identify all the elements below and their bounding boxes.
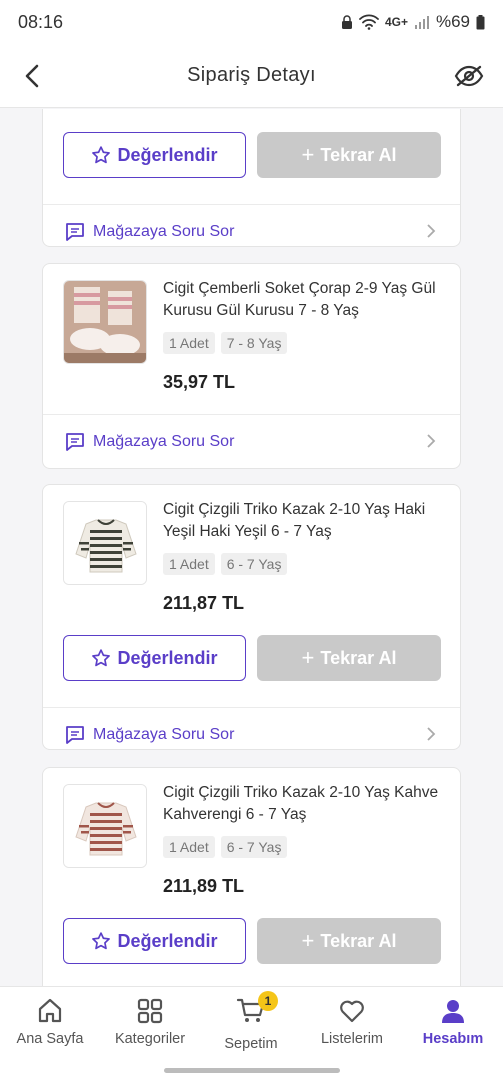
product-price: 211,89 TL	[163, 876, 245, 896]
quantity-chip: 1 Adet	[163, 553, 215, 575]
product-row[interactable]: Cigit Çizgili Triko Kazak 2-10 Yaş Kahve…	[43, 768, 460, 918]
order-item-card-partial: Değerlendir + Tekrar Al Mağazaya Soru So…	[42, 109, 461, 247]
network-type: 4G+	[384, 15, 408, 29]
rate-button[interactable]: Değerlendir	[63, 918, 246, 964]
nav-cart-label: Sepetim	[224, 1036, 278, 1052]
plus-icon: +	[301, 645, 315, 670]
back-button[interactable]	[16, 60, 48, 92]
nav-categories-label: Kategoriler	[114, 1031, 186, 1047]
user-icon	[442, 1000, 464, 1023]
item-actions: Değerlendir + Tekrar Al	[43, 132, 460, 204]
ask-seller-label: Mağazaya Soru Sor	[93, 725, 235, 743]
rate-button-label: Değerlendir	[117, 647, 218, 668]
home-icon	[38, 998, 62, 1023]
size-chip: 6 - 7 Yaş	[220, 836, 288, 858]
product-title[interactable]: Cigit Çizgili Triko Kazak 2-10 Yaş Haki …	[163, 499, 443, 543]
order-item-card: Cigit Çizgili Triko Kazak 2-10 Yaş Kahve…	[42, 767, 461, 986]
nav-account-label: Hesabım	[422, 1031, 484, 1047]
nav-home-label: Ana Sayfa	[16, 1031, 84, 1047]
page-title: Sipariş Detayı	[187, 64, 316, 86]
rate-button-label: Değerlendir	[117, 144, 218, 165]
cart-badge: 1	[258, 991, 278, 1011]
status-icons: 4G+ %69	[341, 12, 485, 32]
chevron-right-icon	[427, 434, 436, 448]
nav-lists-label: Listelerim	[320, 1031, 384, 1047]
chevron-right-icon	[427, 224, 436, 238]
rebuy-button-label: Tekrar Al	[320, 144, 397, 165]
ask-seller-label: Mağazaya Soru Sor	[93, 432, 235, 450]
sweater-product-image	[64, 785, 146, 867]
order-items-list[interactable]: Değerlendir + Tekrar Al Mağazaya Soru So…	[0, 109, 503, 986]
order-item-card: Cigit Çemberli Soket Çorap 2-9 Yaş Gül K…	[42, 263, 461, 469]
rebuy-button[interactable]: + Tekrar Al	[257, 635, 441, 681]
rebuy-button-label: Tekrar Al	[320, 647, 397, 668]
product-image[interactable]	[63, 501, 147, 585]
battery-level: %69	[435, 12, 470, 31]
product-title[interactable]: Cigit Çizgili Triko Kazak 2-10 Yaş Kahve…	[163, 782, 443, 826]
heart-icon	[340, 1000, 364, 1023]
product-row[interactable]: Cigit Çizgili Triko Kazak 2-10 Yaş Haki …	[43, 485, 460, 635]
status-time: 08:16	[18, 11, 64, 32]
lock-icon	[341, 15, 352, 29]
order-item-card: Cigit Çizgili Triko Kazak 2-10 Yaş Haki …	[42, 484, 461, 750]
nav-account[interactable]: Hesabım	[403, 997, 503, 1047]
status-bar: 08:16 4G+ %69	[0, 0, 503, 44]
product-chips: 1 Adet 6 - 7 Yaş	[163, 836, 288, 858]
rebuy-button-label: Tekrar Al	[320, 930, 397, 951]
product-price: 35,97 TL	[163, 372, 236, 392]
hide-prices-button[interactable]	[451, 58, 487, 94]
star-icon	[92, 932, 111, 950]
eye-off-icon	[454, 65, 484, 87]
back-arrow-icon	[25, 64, 39, 88]
app-header: Sipariş Detayı	[0, 44, 503, 108]
message-icon	[66, 432, 84, 451]
product-image[interactable]	[63, 784, 147, 868]
product-price: 211,87 TL	[163, 593, 245, 613]
plus-icon: +	[301, 928, 315, 953]
grid-icon	[137, 998, 163, 1024]
battery-icon	[476, 14, 485, 29]
chevron-right-icon	[427, 727, 436, 741]
rate-button[interactable]: Değerlendir	[63, 635, 246, 681]
nav-categories[interactable]: Kategoriler	[100, 997, 200, 1047]
product-image[interactable]	[63, 280, 147, 364]
nav-lists[interactable]: Listelerim	[302, 997, 402, 1047]
home-indicator[interactable]	[164, 1068, 340, 1073]
rate-button-label: Değerlendir	[117, 930, 218, 951]
quantity-chip: 1 Adet	[163, 332, 215, 354]
product-title[interactable]: Cigit Çemberli Soket Çorap 2-9 Yaş Gül K…	[163, 278, 443, 322]
message-icon	[66, 222, 84, 241]
rebuy-button[interactable]: + Tekrar Al	[257, 132, 441, 178]
star-icon	[92, 146, 111, 164]
cart-icon-wrap: 1	[236, 991, 278, 1030]
socks-product-image	[64, 281, 146, 363]
size-chip: 7 - 8 Yaş	[220, 332, 288, 354]
item-actions: Değerlendir + Tekrar Al	[43, 918, 460, 986]
rebuy-button[interactable]: + Tekrar Al	[257, 918, 441, 964]
sweater-product-image	[64, 502, 146, 584]
star-icon	[92, 649, 111, 667]
plus-icon: +	[301, 142, 315, 167]
ask-seller-row[interactable]: Mağazaya Soru Sor	[43, 707, 460, 761]
item-actions: Değerlendir + Tekrar Al	[43, 635, 460, 707]
quantity-chip: 1 Adet	[163, 836, 215, 858]
ask-seller-label: Mağazaya Soru Sor	[93, 222, 235, 240]
message-icon	[66, 725, 84, 744]
nav-home[interactable]: Ana Sayfa	[0, 997, 100, 1047]
product-chips: 1 Adet 7 - 8 Yaş	[163, 332, 288, 354]
signal-icon	[414, 16, 429, 29]
rate-button[interactable]: Değerlendir	[63, 132, 246, 178]
bottom-navigation: Ana Sayfa Kategoriler 1 Sepetim Listeler…	[0, 986, 503, 1080]
ask-seller-row[interactable]: Mağazaya Soru Sor	[43, 414, 460, 468]
ask-seller-row[interactable]: Mağazaya Soru Sor	[43, 204, 460, 258]
product-row[interactable]: Cigit Çemberli Soket Çorap 2-9 Yaş Gül K…	[43, 264, 460, 414]
wifi-icon	[359, 14, 379, 30]
nav-cart[interactable]: 1 Sepetim	[201, 991, 301, 1052]
size-chip: 6 - 7 Yaş	[220, 553, 288, 575]
product-chips: 1 Adet 6 - 7 Yaş	[163, 553, 288, 575]
